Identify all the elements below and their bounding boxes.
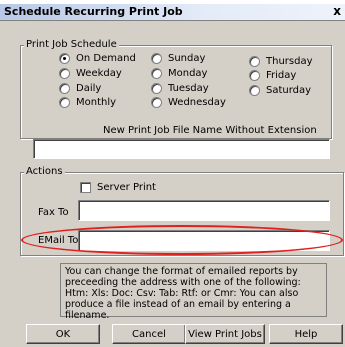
radio-friday-label: Friday <box>266 70 297 81</box>
close-icon[interactable]: x <box>333 4 341 18</box>
radio-tuesday-label: Tuesday <box>168 83 209 94</box>
radio-sunday[interactable]: Sunday <box>151 53 205 64</box>
radio-monday-indicator <box>151 68 162 79</box>
radio-daily-indicator <box>59 83 70 94</box>
radio-monthly-indicator <box>59 97 70 108</box>
radio-wednesday[interactable]: Wednesday <box>151 97 226 108</box>
window-title: Schedule Recurring Print Job <box>4 5 183 18</box>
radio-weekday[interactable]: Weekday <box>59 68 122 79</box>
radio-saturday-label: Saturday <box>266 85 312 96</box>
radio-daily[interactable]: Daily <box>59 83 101 94</box>
radio-tuesday-indicator <box>151 83 162 94</box>
radio-wednesday-indicator <box>151 97 162 108</box>
view-print-jobs-button[interactable]: View Print Jobs <box>185 324 265 344</box>
radio-on-demand-indicator <box>59 53 70 64</box>
filename-input[interactable] <box>33 139 330 159</box>
radio-sunday-label: Sunday <box>168 53 206 64</box>
cancel-button[interactable]: Cancel <box>112 324 186 344</box>
fax-to-label: Fax To <box>38 207 69 218</box>
radio-on-demand-label: On Demand <box>76 53 136 64</box>
radio-daily-label: Daily <box>76 83 102 94</box>
email-highlight-ellipse <box>21 225 343 255</box>
radio-thursday-indicator <box>249 56 260 67</box>
radio-monthly-label: Monthly <box>76 97 117 108</box>
radio-monthly[interactable]: Monthly <box>59 97 116 108</box>
filename-label: New Print Job File Name Without Extensio… <box>103 125 317 136</box>
radio-monday-label: Monday <box>168 68 208 79</box>
email-format-help-text: You can change the format of emailed rep… <box>60 263 327 321</box>
radio-wednesday-label: Wednesday <box>168 97 226 108</box>
radio-saturday-indicator <box>249 85 260 96</box>
actions-group-label: Actions <box>24 166 65 177</box>
radio-friday[interactable]: Friday <box>249 70 296 81</box>
server-print-box <box>80 182 91 193</box>
server-print-checkbox[interactable]: Server Print <box>80 182 156 193</box>
fax-to-input[interactable] <box>78 200 330 221</box>
radio-on-demand[interactable]: On Demand <box>59 53 136 64</box>
radio-monday[interactable]: Monday <box>151 68 207 79</box>
radio-sunday-indicator <box>151 53 162 64</box>
radio-tuesday[interactable]: Tuesday <box>151 83 209 94</box>
radio-weekday-indicator <box>59 68 70 79</box>
radio-saturday[interactable]: Saturday <box>249 85 311 96</box>
radio-thursday[interactable]: Thursday <box>249 56 313 67</box>
radio-weekday-label: Weekday <box>76 68 122 79</box>
server-print-label: Server Print <box>97 182 156 193</box>
schedule-group-label: Print Job Schedule <box>24 39 119 50</box>
help-button[interactable]: Help <box>269 324 343 344</box>
radio-friday-indicator <box>249 70 260 81</box>
ok-button[interactable]: OK <box>26 324 100 344</box>
radio-thursday-label: Thursday <box>266 56 313 67</box>
title-bar: Schedule Recurring Print Job x <box>0 4 345 21</box>
